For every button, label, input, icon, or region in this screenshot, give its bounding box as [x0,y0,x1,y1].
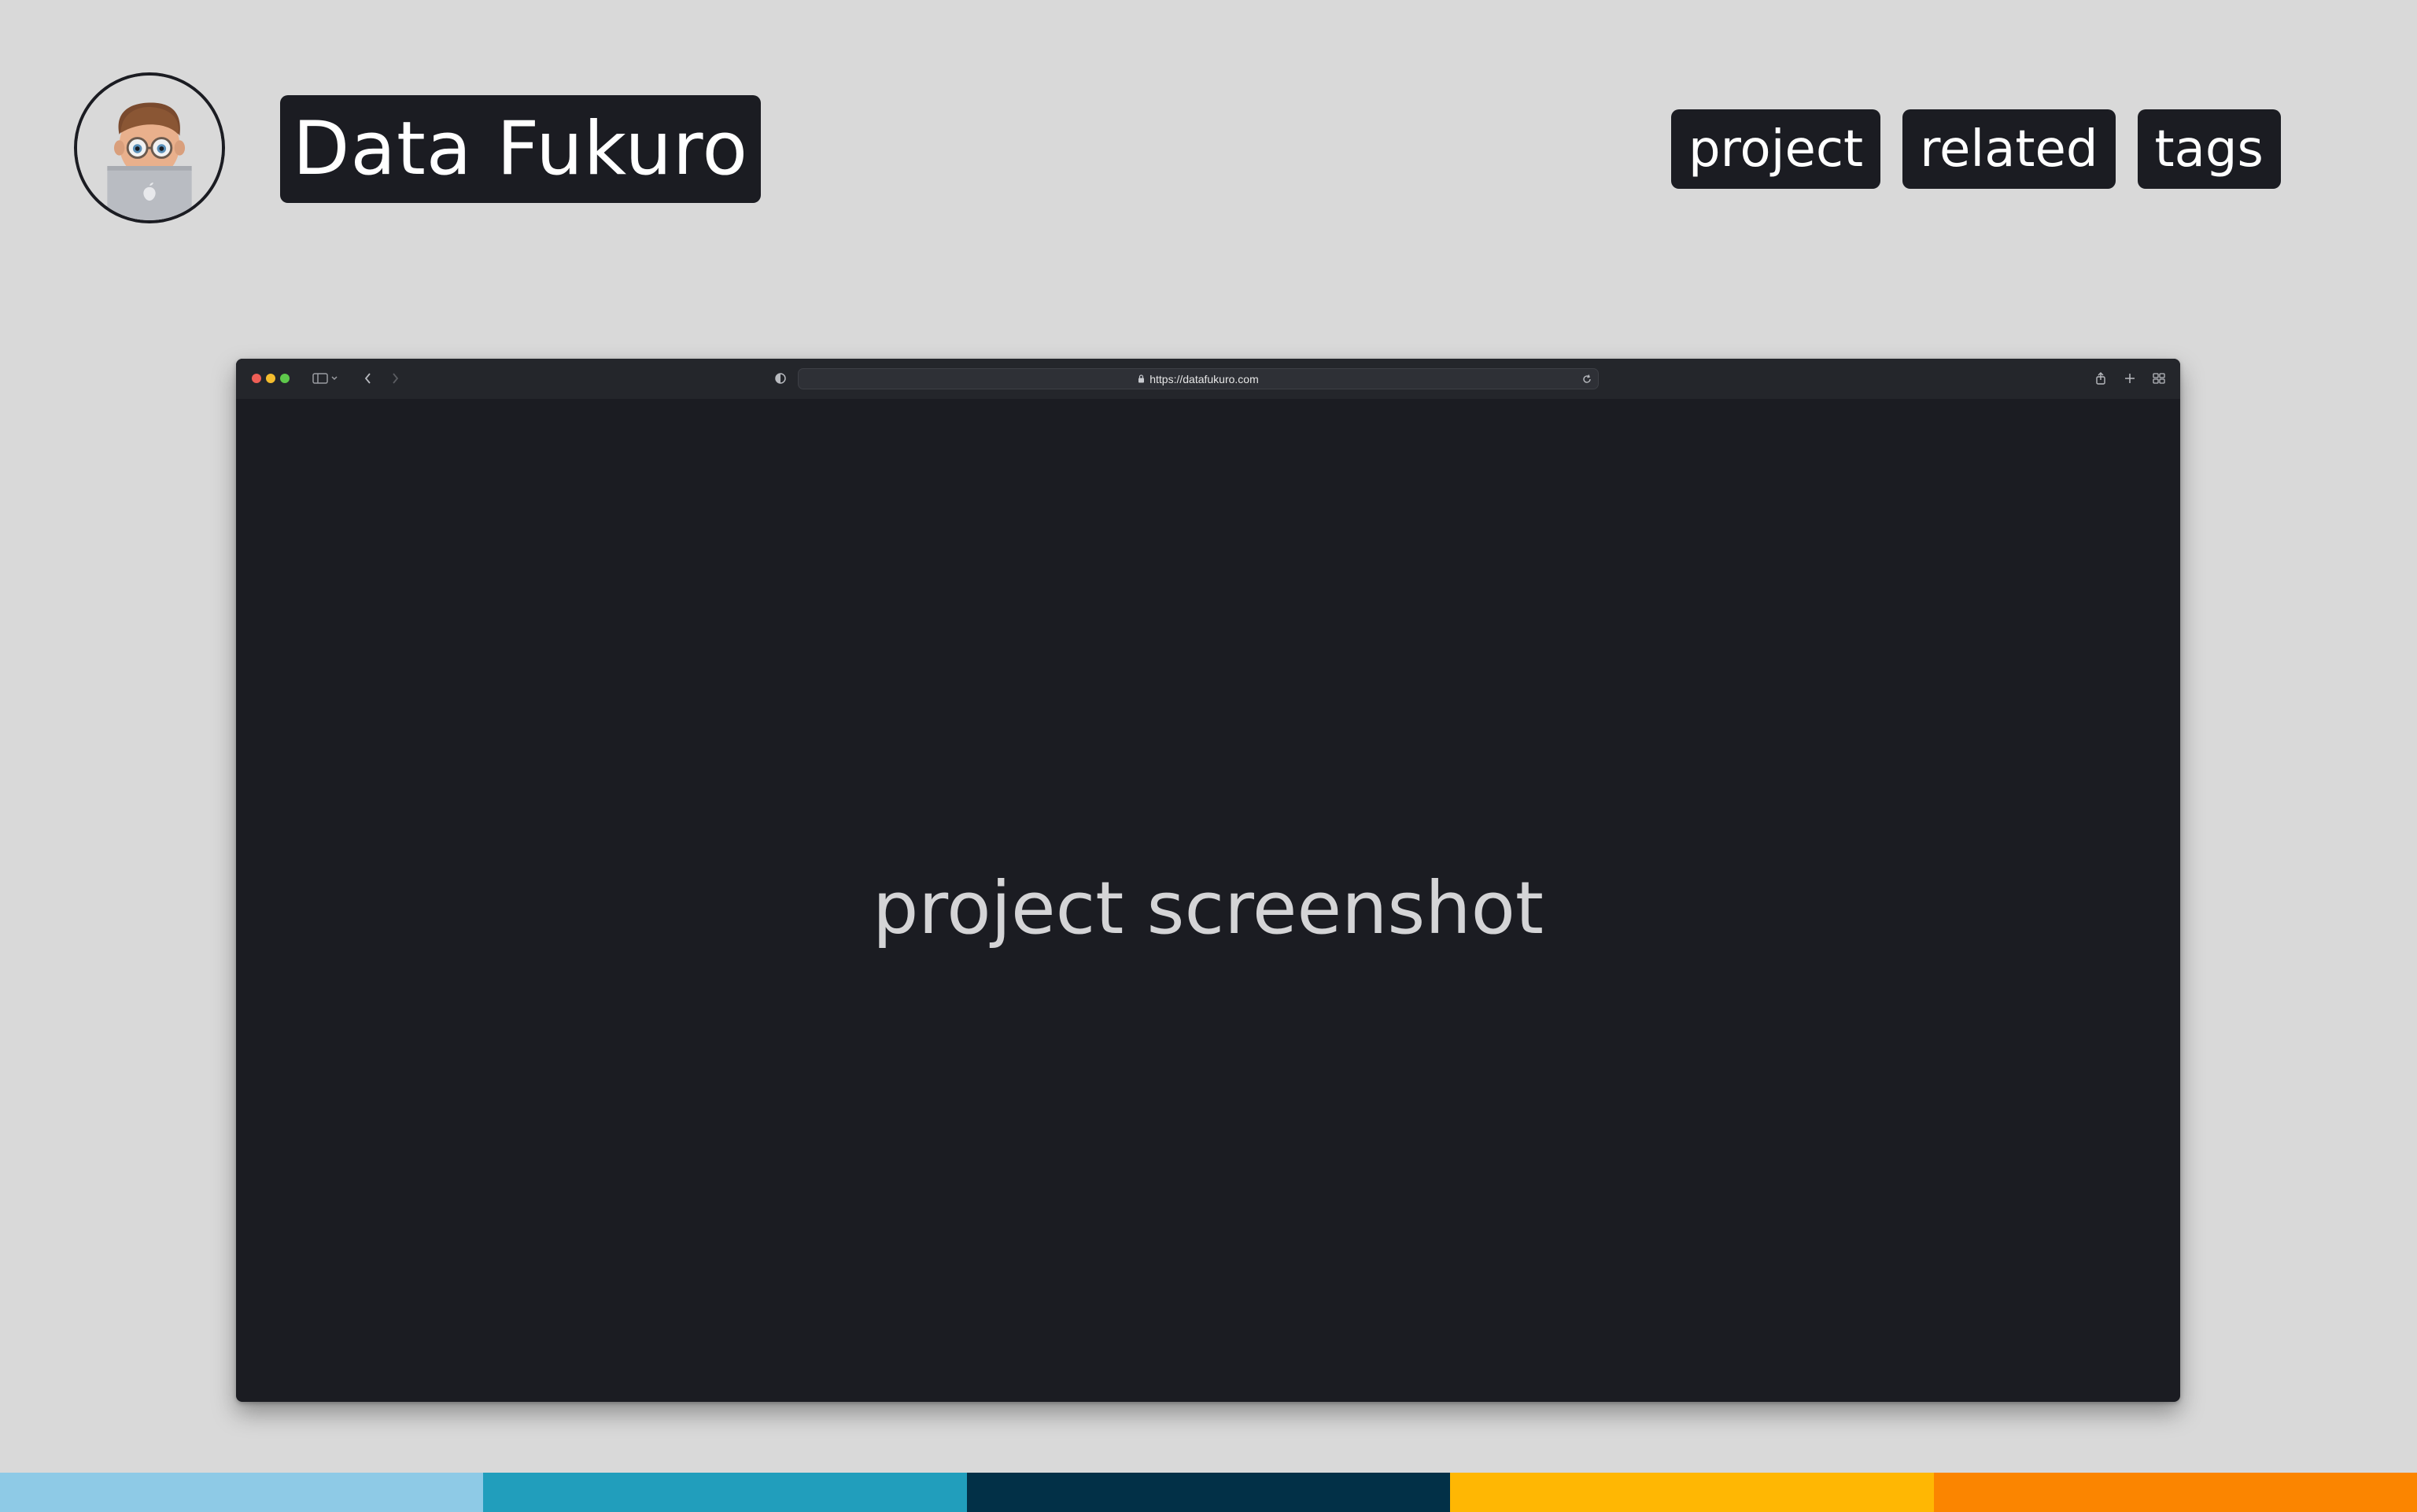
site-title-badge[interactable]: Data Fukuro [280,95,761,203]
plus-icon [2125,374,2135,383]
tag-list: project related tags [1671,109,2281,189]
reload-icon[interactable] [1581,373,1593,385]
color-swatch [1933,1473,2417,1512]
minimize-window-button[interactable] [266,374,275,383]
site-title: Data Fukuro [292,106,749,192]
tag-label: related [1920,120,2098,179]
url-text: https://datafukuro.com [1149,372,1259,385]
back-button[interactable] [359,369,378,388]
zoom-window-button[interactable] [280,374,290,383]
forward-button[interactable] [386,369,404,388]
chevron-right-icon [393,373,399,384]
screenshot-placeholder-text: project screenshot [873,866,1544,950]
tag-label: tags [2154,120,2264,179]
tag-related[interactable]: related [1902,109,2116,189]
page: Data Fukuro project related tags https:/… [0,0,2417,1512]
sidebar-toggle-button[interactable] [312,369,340,388]
browser-content: project screenshot [236,399,2180,1402]
privacy-report-button[interactable] [771,369,790,388]
browser-toolbar: https://datafukuro.com [236,359,2180,399]
color-swatch [1450,1473,1934,1512]
grid-icon [2153,373,2165,384]
close-window-button[interactable] [252,374,261,383]
memoji-avatar-icon [77,76,222,220]
color-strip [0,1473,2417,1512]
tab-overview-button[interactable] [2149,369,2168,388]
lock-icon [1138,374,1145,383]
sidebar-icon [312,373,338,384]
avatar [74,72,225,223]
chevron-left-icon [364,373,371,384]
shield-icon [775,373,786,384]
tag-tags[interactable]: tags [2137,109,2281,189]
share-button[interactable] [2091,369,2110,388]
color-swatch [966,1473,1451,1512]
tag-project[interactable]: project [1671,109,1881,189]
address-bar[interactable]: https://datafukuro.com [798,368,1599,389]
share-icon [2096,372,2105,385]
tag-label: project [1688,120,1864,179]
color-swatch [0,1473,484,1512]
browser-window: https://datafukuro.com project screensho… [236,359,2180,1402]
color-swatch [483,1473,967,1512]
new-tab-button[interactable] [2120,369,2139,388]
